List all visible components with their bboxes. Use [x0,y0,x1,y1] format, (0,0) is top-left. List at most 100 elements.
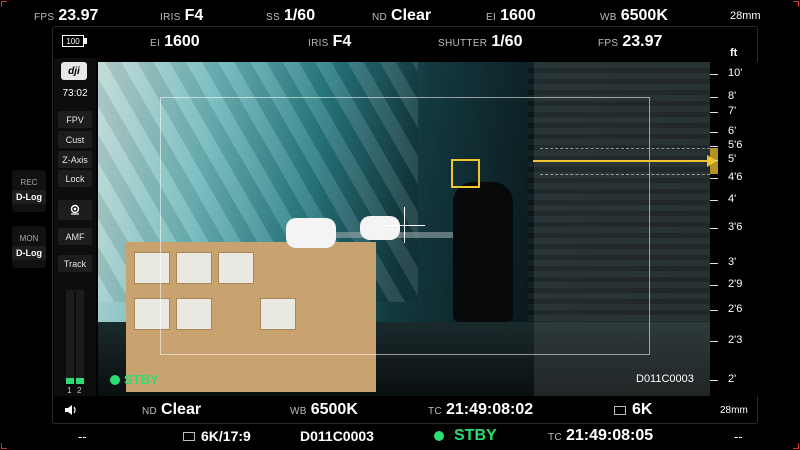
bottom-outer-status-bar: -- 6K/17:9 D011C0003 STBY TC 21:49:08:05… [0,424,800,448]
microphone-icon[interactable] [58,200,92,220]
nd-readout[interactable]: ND Clear [372,7,431,25]
lock-button[interactable]: Lock [58,170,92,187]
focus-scale-tick [710,97,718,98]
bottom-focal-length: 28mm [720,404,748,416]
audio-meter-1-level [66,378,74,384]
face-focus-box[interactable] [451,159,480,188]
shutter-speed-readout[interactable]: SS 1/60 [266,7,315,25]
focus-scale-tick [710,380,718,381]
dji-logo-icon: dji [61,62,87,80]
record-status[interactable]: STBY [434,427,497,445]
focus-scale-tick [710,341,718,342]
iris-value: F4 [184,7,204,24]
track-button[interactable]: Track [58,255,92,272]
inner-ei-readout[interactable]: EI 1600 [150,33,200,51]
focus-scale-tick [710,310,718,311]
wb-readout[interactable]: WB 6500K [600,7,668,25]
focus-scale-tick [710,146,718,147]
focus-scale-label: 10' [728,67,743,79]
iris-label: IRIS [160,12,181,23]
inner-ei-label: EI [150,38,161,49]
inner-fps-label: FPS [598,38,619,49]
bottom-inner-status-bar: ND Clear WB 6500K TC 21:49:08:02 6K 28mm [0,398,800,422]
inner-iris-label: IRIS [308,38,329,49]
iris-readout[interactable]: IRIS F4 [160,7,203,25]
bottom-left-placeholder: -- [78,428,87,444]
overlay-status: STBY [110,372,159,387]
corner-mark-bl [1,443,7,449]
nd-value: Clear [391,7,432,24]
focus-scale-label: 3'6 [728,221,743,233]
frame-guide [160,97,650,355]
ei-readout[interactable]: EI 1600 [486,7,536,25]
focus-indicator-arrow-icon [707,155,717,167]
inner-shutter-label: SHUTTER [438,38,488,49]
mon-value: D-Log [12,246,46,260]
focus-scale-tick [710,178,718,179]
fpv-button[interactable]: FPV [58,111,92,128]
ei-value: 1600 [500,7,536,24]
ss-value: 1/60 [283,7,316,24]
format-icon [183,431,195,441]
nd-label: ND [372,12,388,23]
focus-scale-label: 8' [728,90,737,102]
record-status-text: STBY [454,427,497,444]
z-axis-button[interactable]: Z-Axis [58,151,92,168]
audio-channel-1-label: 1 [67,386,72,395]
focus-scale-label: 5' [728,153,737,165]
ei-label: EI [486,12,497,23]
focus-scale-label: 2'3 [728,334,743,346]
fps-value: 23.97 [58,7,99,24]
format-value: 6K/17:9 [201,428,251,444]
audio-channel-2-label: 2 [77,386,82,395]
inner-iris-readout[interactable]: IRIS F4 [308,33,351,51]
amf-button[interactable]: AMF [58,228,92,245]
inner-fps-readout[interactable]: FPS 23.97 [598,33,662,51]
left-control-panel [54,58,96,396]
remaining-time: 73:02 [62,88,88,99]
center-cross-vertical [404,207,405,243]
outer-timecode-readout[interactable]: TC 21:49:08:05 [548,427,653,445]
mon-label: MON [19,234,39,243]
bottom-tc-label: TC [428,406,442,417]
focus-scale-label: 5'6 [728,139,743,151]
bottom-nd-readout[interactable]: ND Clear [142,401,201,419]
bottom-wb-label: WB [290,406,307,417]
focus-scale-label: 2'6 [728,303,743,315]
overlay-status-text: STBY [124,372,159,387]
outer-tc-value: 21:49:08:05 [565,427,654,444]
resolution-readout[interactable]: 6K [614,401,652,419]
inner-shutter-value: 1/60 [491,33,523,50]
cust-button[interactable]: Cust [58,131,92,148]
bottom-tc-value: 21:49:08:02 [445,401,534,418]
inner-shutter-readout[interactable]: SHUTTER 1/60 [438,33,522,51]
bottom-wb-readout[interactable]: WB 6500K [290,401,358,419]
rec-color-mode[interactable]: REC D-Log [12,170,46,212]
resolution-value: 6K [632,401,653,418]
bottom-right-placeholder: -- [734,428,743,444]
fps-label: FPS [34,12,55,23]
audio-meter-2 [76,290,84,384]
focus-scale-label: 3' [728,256,737,268]
focus-scale-tick [710,112,718,113]
focal-length: 28mm [730,10,761,22]
inner-iris-value: F4 [332,33,352,50]
format-readout[interactable]: 6K/17:9 [183,428,251,444]
wb-value: 6500K [620,7,668,24]
audio-meter-1 [66,290,74,384]
focus-scale-label: 4'6 [728,171,743,183]
focus-scale-tick [710,132,718,133]
bottom-nd-value: Clear [161,401,202,418]
bottom-timecode-readout[interactable]: TC 21:49:08:02 [428,401,533,419]
rec-label: REC [20,178,38,187]
bottom-wb-value: 6500K [310,401,358,418]
focus-scale-unit: ft [730,47,738,59]
outer-tc-label: TC [548,432,562,443]
fps-readout[interactable]: FPS 23.97 [34,7,98,25]
inner-ei-value: 1600 [164,33,200,50]
bottom-nd-label: ND [142,406,158,417]
mon-color-mode[interactable]: MON D-Log [12,226,46,268]
focus-scale-label: 2' [728,373,737,385]
center-cross-horizontal [385,225,425,226]
top-outer-status-bar: FPS 23.97 IRIS F4 SS 1/60 ND Clear EI 16… [0,4,800,28]
